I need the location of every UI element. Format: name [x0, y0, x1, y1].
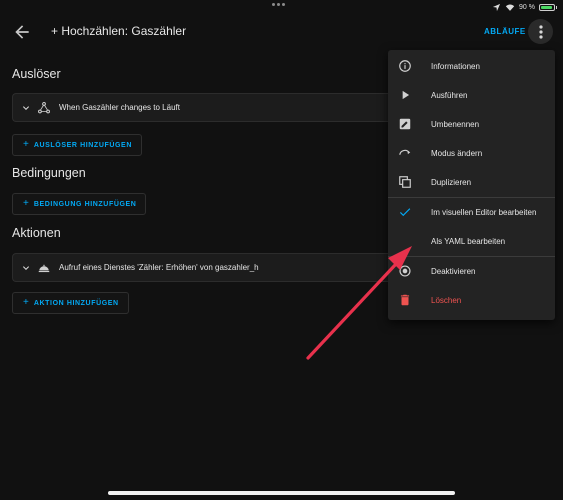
menu-item-duplizieren[interactable]: Duplizieren: [388, 168, 555, 196]
menu-item-label: Löschen: [431, 296, 462, 305]
action-description: Aufruf eines Dienstes 'Zähler: Erhöhen' …: [59, 263, 259, 272]
disable-icon: [399, 265, 411, 277]
duplicate-icon: [399, 176, 411, 188]
menu-item-label: Modus ändern: [431, 149, 483, 158]
menu-item-modus-aendern[interactable]: Modus ändern: [388, 139, 555, 167]
top-app-bar: + Hochzählen: Gaszähler ABLÄUFE: [0, 14, 563, 50]
menu-item-label: Umbenennen: [431, 120, 480, 129]
status-bar: 90 %: [0, 0, 563, 14]
trigger-card[interactable]: When Gaszähler changes to Läuft: [12, 93, 412, 122]
chevron-down-icon[interactable]: [20, 102, 32, 114]
menu-item-label: Deaktivieren: [431, 267, 476, 276]
add-action-label: AKTION HINZUFÜGEN: [33, 299, 119, 307]
menu-item-umbenennen[interactable]: Umbenennen: [388, 110, 555, 138]
menu-item-yaml-editor[interactable]: Als YAML bearbeiten: [388, 227, 555, 255]
page-title: + Hochzählen: Gaszähler: [51, 24, 187, 38]
status-bar-right: 90 %: [492, 2, 557, 12]
battery-icon: [539, 3, 557, 11]
menu-item-visual-editor[interactable]: Im visuellen Editor bearbeiten: [388, 198, 555, 226]
menu-item-loeschen[interactable]: Löschen: [388, 286, 555, 314]
plus-icon: +: [23, 198, 29, 209]
add-condition-button[interactable]: + BEDINGUNG HINZUFÜGEN: [12, 193, 147, 215]
menu-item-label: Duplizieren: [431, 178, 472, 187]
wifi-icon: [505, 3, 515, 11]
play-icon: [402, 90, 410, 100]
screen: 90 % + Hochzählen: Gaszähler ABLÄUFE Aus…: [0, 0, 563, 500]
multitasking-dots-icon[interactable]: [272, 3, 290, 9]
home-indicator[interactable]: [108, 491, 455, 495]
rename-icon: [399, 118, 411, 130]
more-button[interactable]: [533, 22, 549, 42]
actions-section-title: Aktionen: [12, 226, 61, 240]
trigger-icon: [38, 102, 50, 114]
back-button[interactable]: [12, 22, 32, 42]
menu-item-ausfuehren[interactable]: Ausführen: [388, 81, 555, 109]
arrow-left-icon: [15, 25, 29, 39]
information-icon: [399, 60, 411, 72]
menu-item-deaktivieren[interactable]: Deaktivieren: [388, 257, 555, 285]
add-trigger-button[interactable]: + AUSLÖSER HINZUFÜGEN: [12, 134, 142, 156]
overflow-menu: Informationen Ausführen Umbenennen Modus…: [388, 50, 555, 320]
plus-icon: +: [23, 139, 29, 150]
plus-icon: +: [23, 297, 29, 308]
conditions-section-title: Bedingungen: [12, 166, 86, 180]
menu-item-label: Im visuellen Editor bearbeiten: [431, 208, 537, 217]
mode-icon: [399, 149, 411, 155]
dots-vertical-icon: [539, 25, 543, 39]
battery-level: [541, 5, 552, 9]
triggers-section-title: Auslöser: [12, 67, 61, 81]
battery-percent: 90 %: [519, 3, 535, 11]
trigger-description: When Gaszähler changes to Läuft: [59, 103, 180, 112]
action-card[interactable]: Aufruf eines Dienstes 'Zähler: Erhöhen' …: [12, 253, 412, 282]
add-trigger-label: AUSLÖSER HINZUFÜGEN: [33, 141, 132, 149]
check-icon: [399, 208, 411, 217]
service-icon: [38, 264, 50, 273]
menu-item-label: Als YAML bearbeiten: [431, 237, 506, 246]
add-condition-label: BEDINGUNG HINZUFÜGEN: [33, 200, 137, 208]
ablaeufe-button[interactable]: ABLÄUFE: [484, 27, 526, 36]
delete-icon: [400, 294, 410, 306]
add-action-button[interactable]: + AKTION HINZUFÜGEN: [12, 292, 129, 314]
location-icon: [492, 3, 501, 11]
menu-item-label: Informationen: [431, 62, 480, 71]
chevron-down-icon[interactable]: [20, 262, 32, 274]
menu-item-informationen[interactable]: Informationen: [388, 52, 555, 80]
menu-item-label: Ausführen: [431, 91, 468, 100]
